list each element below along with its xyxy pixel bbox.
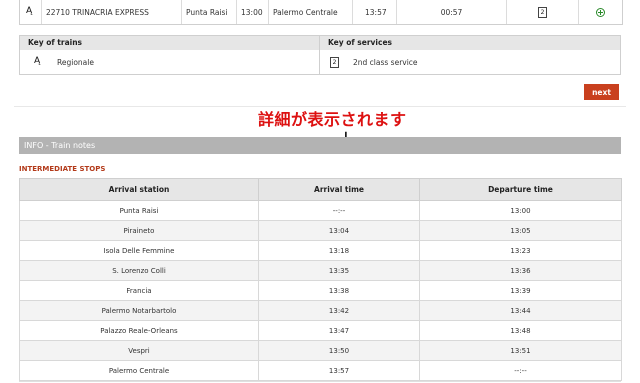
departure-time-cell: 13:48 xyxy=(419,320,622,341)
arrival-time: 13:57 xyxy=(365,7,387,17)
key-of-services-header: Key of services xyxy=(328,38,392,47)
duration-cell: 00:57 xyxy=(397,0,507,24)
table-row: Punta Raisi --:-- 13:00 xyxy=(19,200,622,221)
station-cell: Isola Delle Femmine xyxy=(19,240,259,261)
table-row: Piraineto 13:04 13:05 xyxy=(19,220,622,241)
departure-time-cell: 13:00 xyxy=(419,200,622,221)
arrival-time-cell: 13:57 xyxy=(258,360,420,381)
key-train-entry: Regionale xyxy=(20,50,320,74)
station-cell: Piraineto xyxy=(19,220,259,241)
second-class-service-icon: 2 xyxy=(538,6,547,18)
train-result-row[interactable]: 22710 TRINACRIA EXPRESS Punta Raisi 13:0… xyxy=(19,0,623,25)
train-name-cell: 22710 TRINACRIA EXPRESS xyxy=(42,0,182,24)
key-service-entry: 2 2nd class service xyxy=(320,50,620,74)
departure-time-cell: 13:39 xyxy=(419,280,622,301)
duration: 00:57 xyxy=(440,7,463,17)
table-row: Palermo Centrale 13:57 --:-- xyxy=(19,360,622,381)
key-train-label: Regionale xyxy=(57,57,94,67)
station-cell: S. Lorenzo Colli xyxy=(19,260,259,281)
departure-time-cell: --:-- xyxy=(419,360,622,381)
key-of-trains-header: Key of trains xyxy=(20,36,320,50)
departure-time: 13:00 xyxy=(241,7,263,17)
train-type-cell xyxy=(20,0,42,24)
key-table-header: Key of trains Key of services xyxy=(20,36,620,50)
info-train-notes-bar[interactable]: INFO - Train notes xyxy=(19,137,621,154)
arrival-time-cell: 13:18 xyxy=(258,240,420,261)
table-header-row: Arrival station Arrival time Departure t… xyxy=(19,178,622,201)
departure-time-cell: 13:36 xyxy=(419,260,622,281)
station-cell: Palazzo Reale-Orleans xyxy=(19,320,259,341)
station-cell: Francia xyxy=(19,280,259,301)
key-table-body: Regionale 2 2nd class service xyxy=(20,50,620,74)
station-cell: Punta Raisi xyxy=(19,200,259,221)
departure-time-cell: 13:00 xyxy=(237,0,269,24)
station-cell: Palermo Notarbartolo xyxy=(19,300,259,321)
station-cell: Palermo Centrale xyxy=(19,360,259,381)
table-row: Palazzo Reale-Orleans 13:47 13:48 xyxy=(19,320,622,341)
key-service-label: 2nd class service xyxy=(353,57,418,67)
details-cell[interactable] xyxy=(579,0,622,24)
key-table: Key of trains Key of services Regionale … xyxy=(19,35,621,75)
departure-station-cell: Punta Raisi xyxy=(182,0,237,24)
train-name: 22710 TRINACRIA EXPRESS xyxy=(46,7,149,17)
column-header-departure-time: Departure time xyxy=(419,178,622,201)
departure-station: Punta Raisi xyxy=(186,7,228,17)
bottom-divider xyxy=(19,381,621,382)
column-header-arrival-time: Arrival time xyxy=(258,178,420,201)
arrival-time-cell: 13:50 xyxy=(258,340,420,361)
column-header-arrival-station: Arrival station xyxy=(19,178,259,201)
arrival-time-cell: 13:57 xyxy=(353,0,397,24)
second-class-service-icon: 2 xyxy=(330,56,339,68)
departure-time-cell: 13:23 xyxy=(419,240,622,261)
expand-details-icon[interactable] xyxy=(596,7,605,17)
arrival-time-cell: 13:04 xyxy=(258,220,420,241)
intermediate-stops-title: INTERMEDIATE STOPS xyxy=(19,165,106,173)
regional-train-icon xyxy=(34,57,43,67)
arrival-time-cell: 13:42 xyxy=(258,300,420,321)
regional-train-icon xyxy=(26,7,35,17)
departure-time-cell: 13:51 xyxy=(419,340,622,361)
departure-time-cell: 13:05 xyxy=(419,220,622,241)
table-row: S. Lorenzo Colli 13:35 13:36 xyxy=(19,260,622,281)
arrival-time-cell: 13:47 xyxy=(258,320,420,341)
table-row: Francia 13:38 13:39 xyxy=(19,280,622,301)
arrival-time-cell: 13:38 xyxy=(258,280,420,301)
station-cell: Vespri xyxy=(19,340,259,361)
table-row: Isola Delle Femmine 13:18 13:23 xyxy=(19,240,622,261)
next-button[interactable]: next xyxy=(584,84,619,100)
arrival-station: Palermo Centrale xyxy=(273,7,338,17)
arrival-time-cell: 13:35 xyxy=(258,260,420,281)
arrival-time-cell: --:-- xyxy=(258,200,420,221)
departure-time-cell: 13:44 xyxy=(419,300,622,321)
annotation-text: 詳細が表示されます xyxy=(258,110,407,129)
intermediate-stops-table: Arrival station Arrival time Departure t… xyxy=(19,178,622,381)
arrival-station-cell: Palermo Centrale xyxy=(269,0,353,24)
table-row: Vespri 13:50 13:51 xyxy=(19,340,622,361)
service-cell: 2 xyxy=(507,0,579,24)
table-row: Palermo Notarbartolo 13:42 13:44 xyxy=(19,300,622,321)
